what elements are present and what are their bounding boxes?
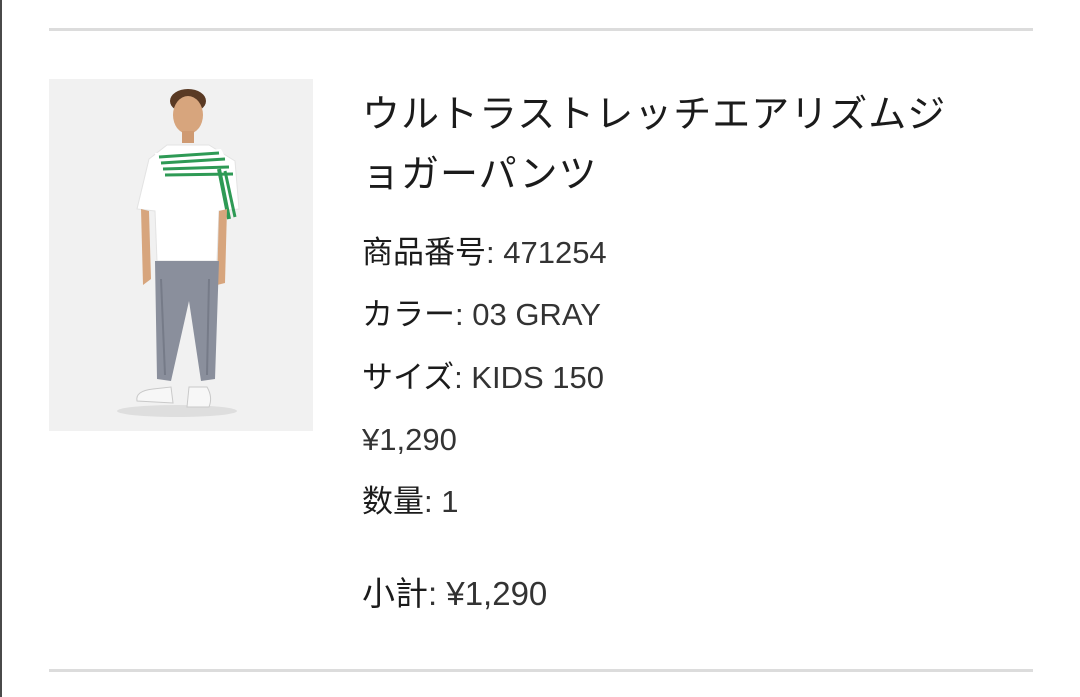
product-price: ¥1,290: [362, 422, 457, 457]
product-price-row: ¥1,290: [362, 420, 457, 460]
product-code-row: 商品番号: 471254: [362, 233, 607, 273]
product-photo-illustration: [49, 79, 313, 431]
product-details: ウルトラストレッチエアリズムジ ョガーパンツ: [362, 84, 1022, 204]
subtotal-label: 小計: [362, 574, 428, 613]
product-image[interactable]: [49, 79, 313, 431]
product-size-row: サイズ: KIDS 150: [362, 358, 604, 398]
product-name-line1: ウルトラストレッチエアリズムジ: [362, 92, 947, 136]
product-color-row: カラー: 03 GRAY: [362, 295, 601, 335]
product-color-label: カラー: [362, 297, 455, 333]
subtotal-row: 小計: ¥1,290: [362, 574, 547, 614]
top-divider: [49, 28, 1033, 31]
product-size-value: : KIDS 150: [454, 360, 604, 395]
product-color-value: : 03 GRAY: [455, 297, 601, 332]
product-name[interactable]: ウルトラストレッチエアリズムジ ョガーパンツ: [362, 84, 1022, 204]
subtotal-value: : ¥1,290: [428, 575, 548, 612]
product-code-label: 商品番号: [362, 235, 486, 271]
bottom-divider: [49, 669, 1033, 672]
product-quantity-row: 数量: 1: [362, 482, 458, 522]
product-quantity-label: 数量: [362, 484, 424, 520]
product-quantity-value: : 1: [424, 484, 459, 519]
product-name-line2: ョガーパンツ: [362, 152, 598, 196]
product-size-label: サイズ: [362, 360, 455, 396]
product-code-value: : 471254: [486, 235, 607, 270]
window-left-border: [0, 0, 2, 697]
